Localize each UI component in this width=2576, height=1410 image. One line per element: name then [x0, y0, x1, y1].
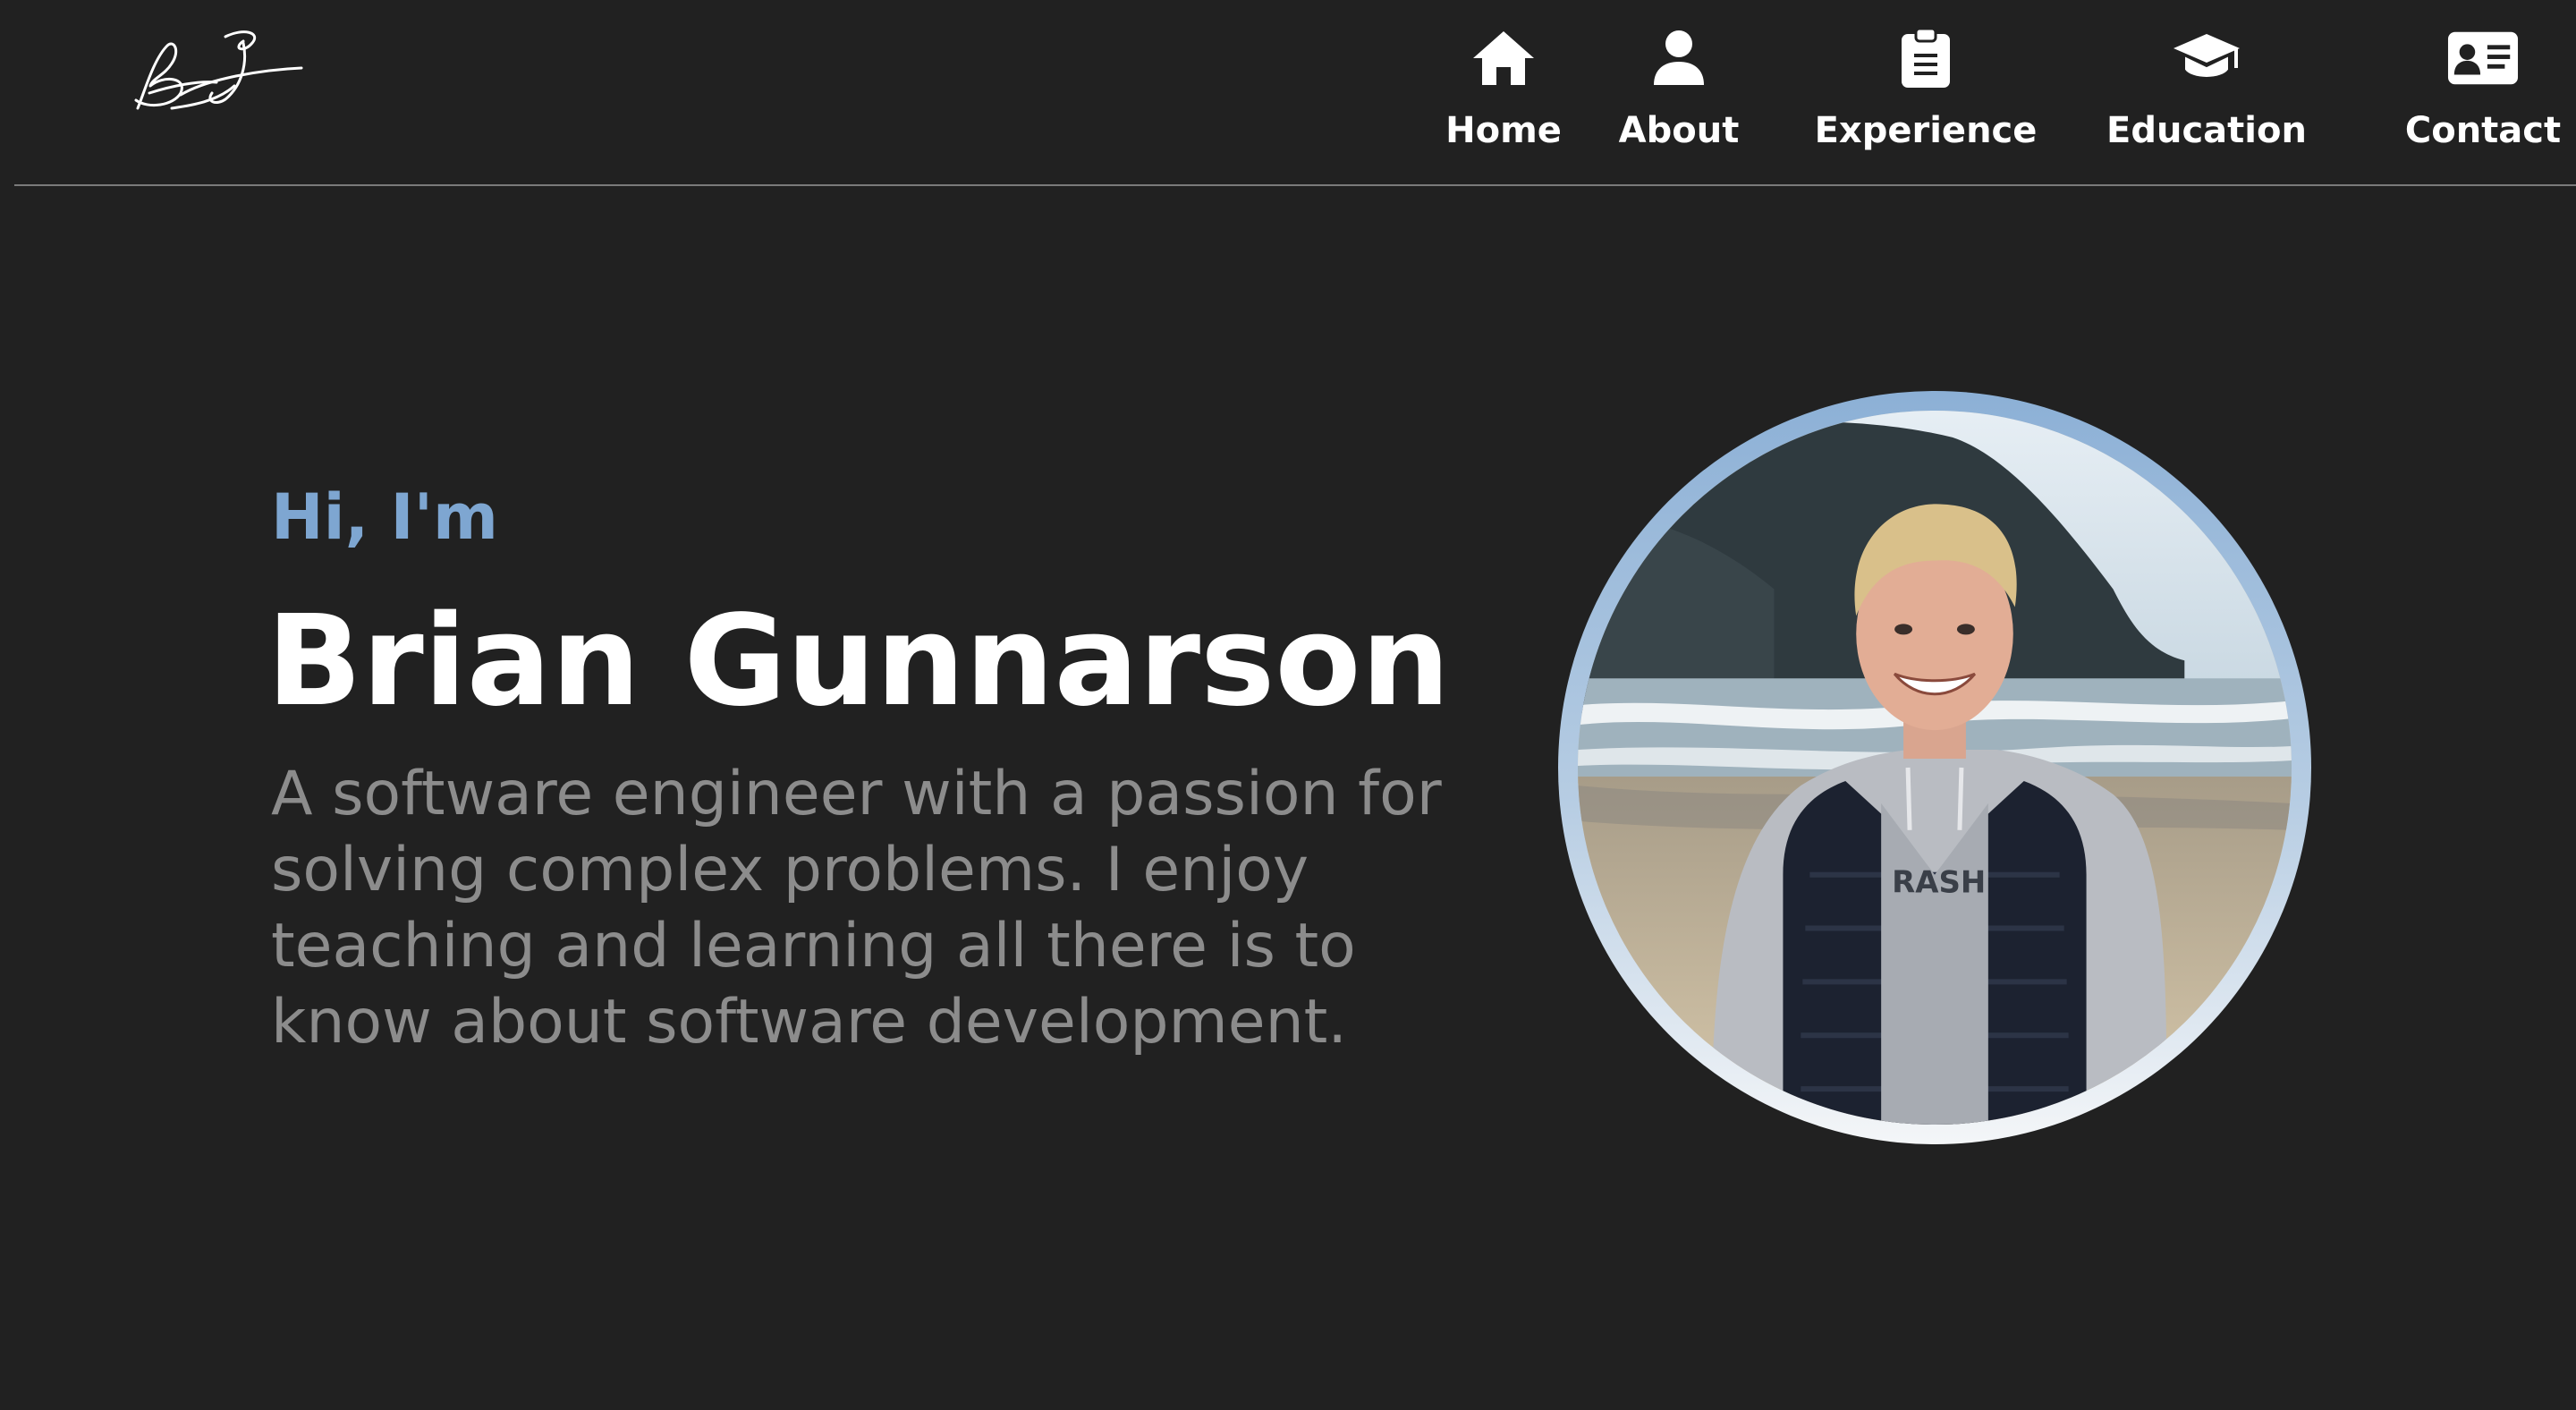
nav-item-contact[interactable]: Contact	[2403, 27, 2563, 161]
clipboard-icon	[1890, 27, 1962, 89]
nav-item-experience[interactable]: Experience	[1815, 27, 2037, 161]
profile-photo-frame: RASH	[1558, 391, 2311, 1144]
hero-bio: A software engineer with a passion for s…	[271, 759, 1442, 1058]
nav-label-contact: Contact	[2404, 110, 2562, 151]
nav-label-about: About	[1618, 110, 1740, 151]
nav-label-home: Home	[1445, 110, 1562, 151]
person-icon	[1643, 27, 1715, 89]
nav-item-home[interactable]: Home	[1445, 27, 1562, 161]
home-icon	[1468, 27, 1539, 89]
nav-item-education[interactable]: Education	[2106, 27, 2307, 161]
hero-name: Brian Gunnarson	[267, 589, 1451, 735]
profile-photo: RASH	[1578, 411, 2292, 1125]
svg-text:RASH: RASH	[1892, 865, 1986, 900]
main-nav: Home About Experience Education Contact	[14, 27, 2576, 161]
site-header: Home About Experience Education Contact	[14, 0, 2576, 186]
page: Home About Experience Education Contact …	[0, 0, 2576, 1410]
graduation-cap-icon	[2171, 27, 2242, 89]
contact-card-icon	[2447, 27, 2519, 89]
nav-label-education: Education	[2106, 110, 2307, 151]
hero-greeting: Hi, I'm	[271, 480, 498, 554]
nav-item-about[interactable]: About	[1619, 27, 1739, 161]
nav-label-experience: Experience	[1814, 110, 2038, 151]
